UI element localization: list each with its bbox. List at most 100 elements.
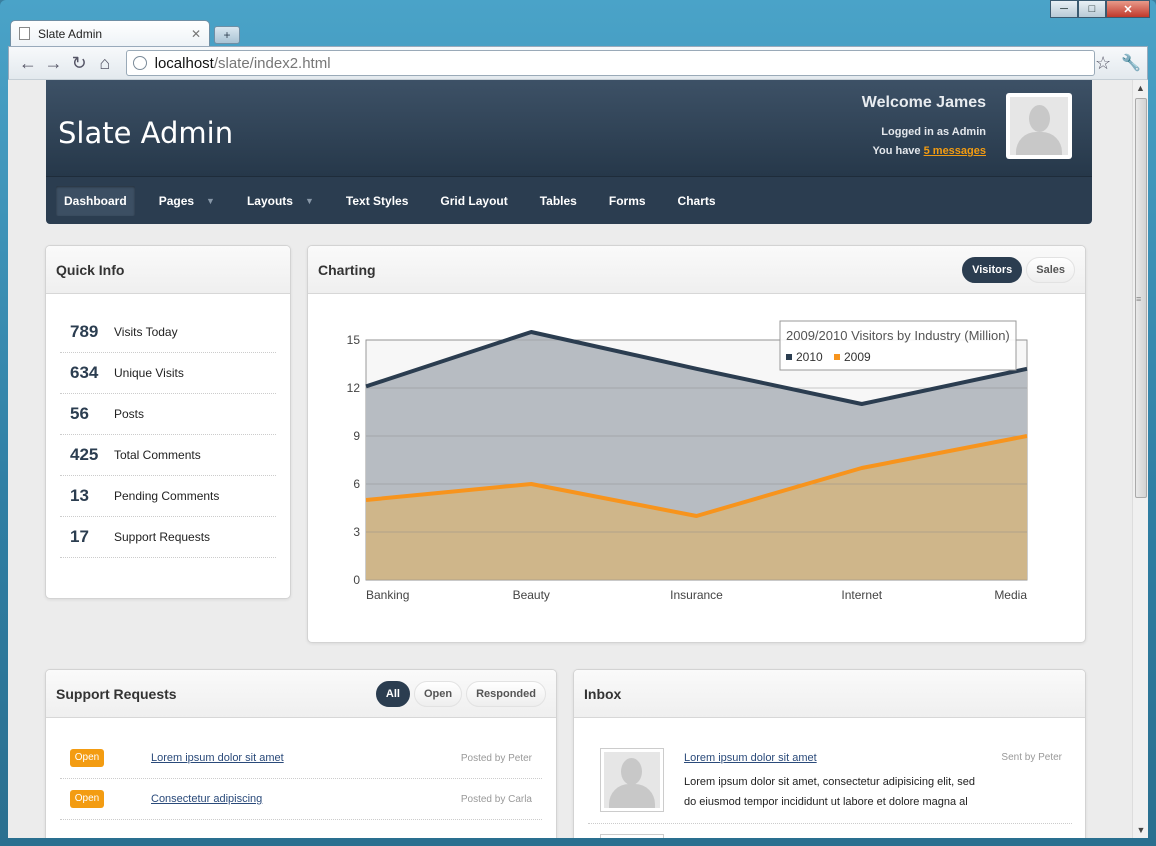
sender-avatar[interactable] xyxy=(600,834,664,838)
stat-label: Total Comments xyxy=(114,448,201,462)
browser-tab[interactable]: Slate Admin ✕ xyxy=(10,20,210,46)
window-controls: ─ □ ✕ xyxy=(1050,0,1150,18)
widget-header: Quick Info xyxy=(46,246,290,294)
tab-open[interactable]: Open xyxy=(413,680,463,707)
new-tab-icon[interactable]: + xyxy=(214,26,240,44)
posted-by: Posted by Peter xyxy=(460,752,532,764)
nav-label: Layouts xyxy=(246,193,293,208)
legend-swatch-2009 xyxy=(834,354,840,360)
nav-forms[interactable]: Forms xyxy=(601,186,654,216)
stat-value: 13 xyxy=(70,486,89,505)
url-host: localhost xyxy=(154,54,214,72)
nav-pages[interactable]: Pages ▼ xyxy=(151,186,223,216)
stat-label: Support Requests xyxy=(114,530,211,544)
status-badge: Open xyxy=(70,790,104,808)
tab-title: Slate Admin xyxy=(38,26,103,41)
stat-value: 17 xyxy=(70,527,89,546)
maximize-icon[interactable]: □ xyxy=(1078,0,1106,18)
nav-dashboard[interactable]: Dashboard xyxy=(56,185,135,216)
tab-strip: Slate Admin ✕ + xyxy=(10,20,240,46)
message-link[interactable]: Lorem ipsum dolor sit amet xyxy=(684,752,817,764)
close-icon[interactable]: ✕ xyxy=(1106,0,1150,18)
message-preview: Lorem ipsum dolor sit amet, consectetur … xyxy=(684,776,976,808)
widget-header: Charting Visitors Sales xyxy=(308,246,1085,294)
list-item: 56 Posts xyxy=(60,394,276,435)
stat-value: 789 xyxy=(70,322,99,341)
browser-toolbar: ← → ↻ ⌂ localhost/slate/index2.html ☆ 🔧 xyxy=(8,46,1148,80)
scroll-up-icon[interactable]: ▲ xyxy=(1133,80,1148,96)
widget-title: Inbox xyxy=(584,685,622,702)
nav-charts[interactable]: Charts xyxy=(670,186,724,216)
app-title: Slate Admin xyxy=(58,116,234,150)
tab-visitors[interactable]: Visitors xyxy=(962,256,1023,283)
tab-responded[interactable]: Responded xyxy=(466,680,546,707)
stat-value: 425 xyxy=(70,445,99,464)
nav-tables[interactable]: Tables xyxy=(532,186,585,216)
nav-grid-layout[interactable]: Grid Layout xyxy=(432,186,515,216)
nav-label: Charts xyxy=(677,193,716,208)
back-icon[interactable]: ← xyxy=(15,50,41,76)
table-row: Open Consectetur adipiscing Posted by Ca… xyxy=(60,779,542,820)
stat-value: 56 xyxy=(70,404,89,423)
widget-header: Inbox xyxy=(574,670,1085,718)
reload-icon[interactable]: ↻ xyxy=(66,50,92,76)
request-link[interactable]: Consectetur adipiscing xyxy=(151,793,262,805)
x-tick-label: Media xyxy=(994,588,1027,602)
stat-label: Pending Comments xyxy=(114,489,220,503)
browser-window: ─ □ ✕ Slate Admin ✕ + ← → ↻ ⌂ localhost /… xyxy=(0,0,1156,846)
messages-link[interactable]: 5 messages xyxy=(924,145,986,157)
y-tick-label: 12 xyxy=(347,381,361,395)
nav-label: Pages xyxy=(158,193,195,208)
charting-widget: Charting Visitors Sales 0 3 6 9 12 15 Banking B… xyxy=(307,245,1086,643)
list-item: 789 Visits Today xyxy=(60,312,276,353)
bookmark-star-icon[interactable]: ☆ xyxy=(1095,53,1111,74)
nav-label: Grid Layout xyxy=(440,193,508,208)
logged-in-text: Logged in as Admin xyxy=(881,126,986,138)
tab-sales[interactable]: Sales xyxy=(1026,256,1075,283)
nav-label: Text Styles xyxy=(345,193,409,208)
legend-swatch-2010 xyxy=(786,354,792,360)
address-bar[interactable]: localhost/slate/index2.html xyxy=(125,50,1095,76)
y-tick-label: 3 xyxy=(353,525,360,539)
scroll-down-icon[interactable]: ▼ xyxy=(1133,822,1148,838)
stat-value: 634 xyxy=(70,363,99,382)
vertical-scrollbar[interactable]: ▲ ≡ ▼ xyxy=(1132,80,1148,838)
request-link[interactable]: Lorem ipsum dolor sit amet xyxy=(151,752,284,764)
status-badge: Open xyxy=(70,749,104,767)
nav-label: Tables xyxy=(539,193,577,208)
x-tick-label: Insurance xyxy=(670,588,723,602)
legend-label: 2010 xyxy=(796,350,823,364)
home-icon[interactable]: ⌂ xyxy=(92,50,118,76)
widget-header: Support Requests All Open Responded xyxy=(46,670,556,718)
avatar-placeholder-icon xyxy=(1010,97,1068,155)
globe-icon xyxy=(132,56,147,70)
welcome-block: Welcome James Logged in as Admin You hav… xyxy=(862,94,986,157)
tab-close-icon[interactable]: ✕ xyxy=(191,27,201,41)
sent-by: Sent by Peter xyxy=(1001,752,1062,763)
stat-label: Posts xyxy=(114,407,145,421)
table-row: Open Lorem ipsum dolor sit amet Posted b… xyxy=(60,738,542,779)
chart-tabs: Visitors Sales xyxy=(962,256,1075,283)
widget-title: Quick Info xyxy=(56,261,125,278)
messages-text: You have 5 messages xyxy=(862,145,986,157)
x-tick-label: Internet xyxy=(841,588,882,602)
avatar-placeholder-icon xyxy=(604,752,660,808)
forward-icon[interactable]: → xyxy=(41,50,67,76)
support-requests-widget: Support Requests All Open Responded Open… xyxy=(45,669,557,838)
minimize-icon[interactable]: ─ xyxy=(1050,0,1078,18)
nav-layouts[interactable]: Layouts ▼ xyxy=(239,186,322,216)
message-item: Lorem ipsum dolor sit amet Sent by Peter… xyxy=(588,738,1072,824)
nav-text-styles[interactable]: Text Styles xyxy=(338,186,416,216)
url-path: /slate/index2.html xyxy=(213,54,331,72)
tab-all[interactable]: All xyxy=(375,680,410,707)
stat-label: Unique Visits xyxy=(114,366,184,380)
sender-avatar[interactable] xyxy=(600,748,664,812)
x-tick-label: Beauty xyxy=(513,588,550,602)
list-item: 13 Pending Comments xyxy=(60,476,276,517)
wrench-icon[interactable]: 🔧 xyxy=(1121,53,1141,73)
user-avatar[interactable] xyxy=(1006,93,1072,159)
y-tick-label: 15 xyxy=(347,333,361,347)
chevron-down-icon: ▼ xyxy=(206,195,215,206)
stat-label: Visits Today xyxy=(114,325,178,339)
app-header: Slate Admin Welcome James Logged in as A… xyxy=(46,80,1092,176)
